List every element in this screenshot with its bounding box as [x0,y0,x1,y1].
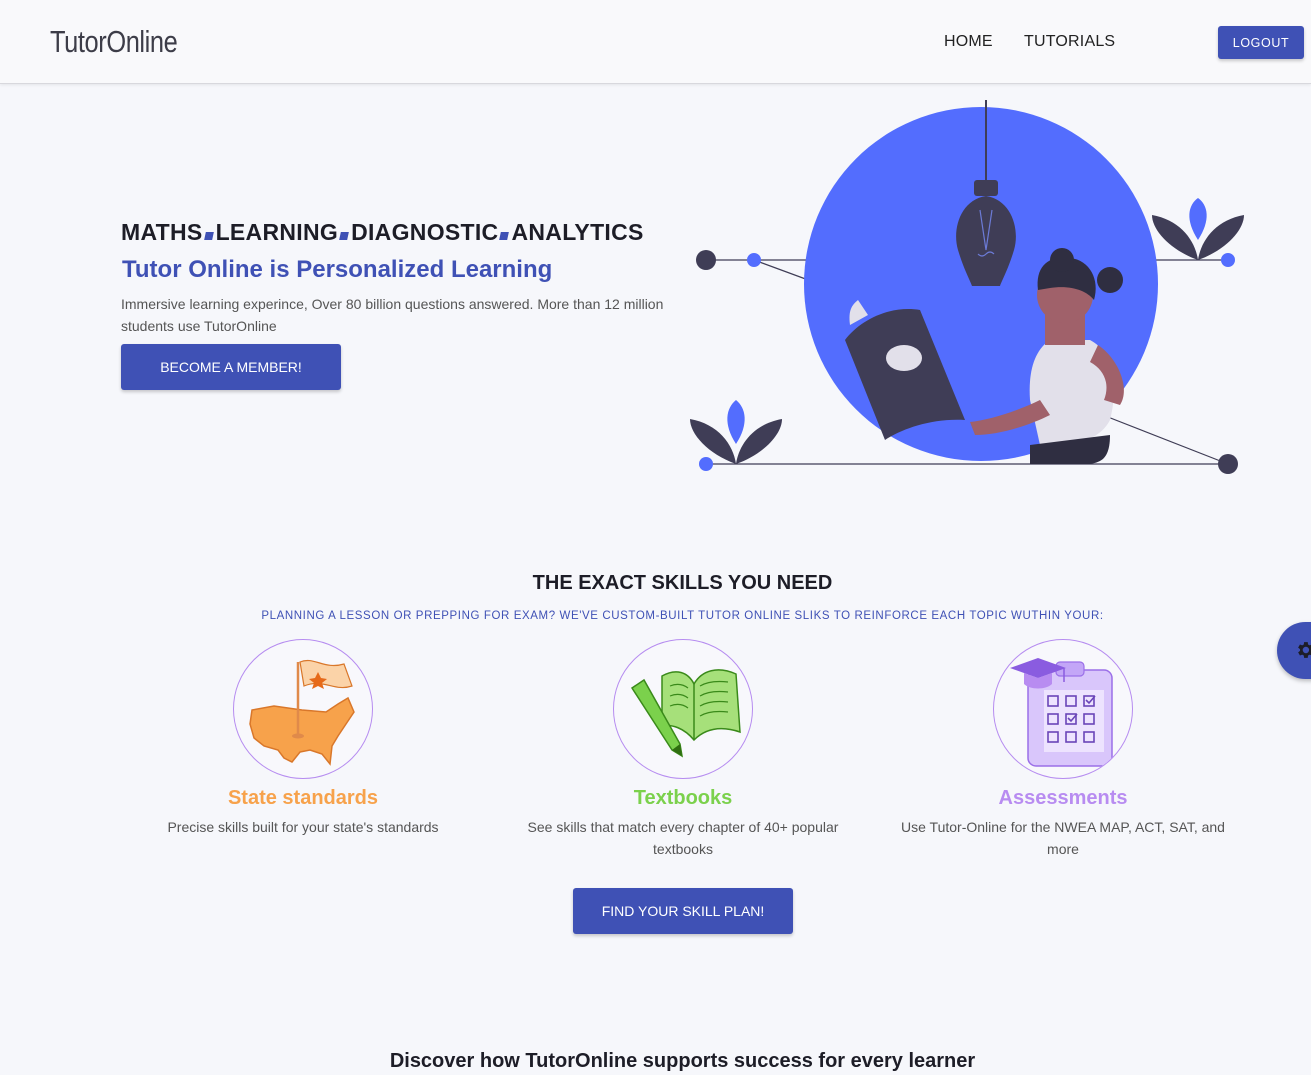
skill-card-textbooks: Textbooks See skills that match every ch… [503,639,863,860]
clipboard-checklist-icon [993,639,1133,779]
tagline-word: LEARNING [215,219,339,245]
tagline-separator [339,232,349,240]
logout-button[interactable]: LOGOUT [1218,26,1304,59]
hero-description: Immersive learning experince, Over 80 bi… [121,296,664,334]
tagline-word: ANALYTICS [511,219,644,245]
open-book-pencil-icon [613,639,753,779]
skill-card-state-standards: State standards Precise skills built for… [123,639,483,838]
become-member-button[interactable]: BECOME A MEMBER! [121,344,341,390]
gear-icon [1298,642,1311,658]
nav-home-link[interactable]: HOME [944,33,993,51]
card-title: State standards [227,787,379,809]
nav-tutorials-link[interactable]: TUTORIALS [1024,33,1115,51]
settings-side-tab[interactable] [1277,622,1311,679]
find-skill-plan-button[interactable]: FIND YOUR SKILL PLAN! [573,888,793,934]
skill-card-assessments: Assessments Use Tutor-Online for the NWE… [883,639,1243,860]
card-description: Use Tutor-Online for the NWEA MAP, ACT, … [901,819,1225,857]
us-map-flag-icon [233,639,373,779]
card-title: Textbooks [633,787,733,809]
skills-heading: THE EXACT SKILLS YOU NEED [532,572,833,594]
top-navbar: TutorOnline HOME TUTORIALS LOGOUT [0,0,1311,84]
card-title: Assessments [998,787,1128,809]
card-description: Precise skills built for your state's st… [167,819,439,835]
discover-heading: Discover how TutorOnline supports succes… [389,1050,976,1072]
tagline-word: MATHS [121,219,203,245]
tagline-word: DIAGNOSTIC [351,219,499,245]
hero-tagline: MATHS LEARNING DIAGNOSTIC ANALYTICS [121,219,644,246]
tagline-separator [203,232,214,240]
hero-illustration [690,100,1244,474]
site-logo[interactable]: TutorOnline [50,24,178,60]
skills-subheading: PLANNING A LESSON OR PREPPING FOR EXAM? … [261,610,1104,622]
hero-title: Tutor Online is Personalized Learning [122,256,553,283]
tagline-separator [499,232,510,240]
card-description: See skills that match every chapter of 4… [527,819,839,857]
